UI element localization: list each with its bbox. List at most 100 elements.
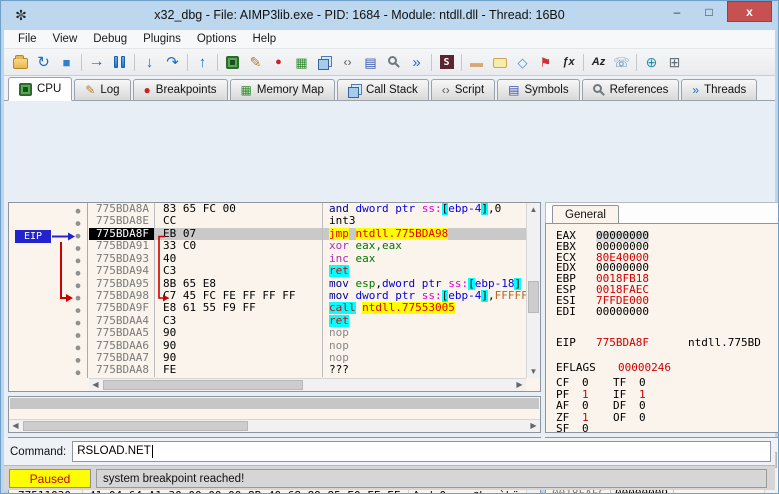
maximize-button[interactable]: □: [694, 1, 724, 22]
disasm-row[interactable]: 775BDAA7 90 nop: [89, 351, 526, 365]
toolbar-patch-icon[interactable]: ▬: [465, 52, 488, 73]
infobox-hscrollbar[interactable]: ◀ ▶: [9, 419, 540, 432]
breakpoint-dot[interactable]: [75, 246, 81, 251]
disasm-row[interactable]: 775BDA98 C7 45 FC FE FF FF FF mov dword pt…: [89, 289, 526, 303]
flags-row[interactable]: ZF 1 OF 0: [546, 412, 778, 424]
tab-threads[interactable]: » Threads: [681, 79, 758, 100]
register-row-eip[interactable]: EIP 775BDA8F ntdll.775BD: [546, 337, 778, 349]
toolbar-log-icon[interactable]: ✎: [244, 52, 267, 73]
toolbar-call-stack-icon[interactable]: [313, 52, 336, 73]
tab-memory-map[interactable]: ▦ Memory Map: [229, 79, 335, 100]
breakpoint-dot[interactable]: [75, 345, 81, 351]
disasm-row[interactable]: 775BDAA6 90 nop: [89, 339, 526, 353]
info-box-panel[interactable]: ◀ ▶: [8, 396, 541, 433]
disasm-row[interactable]: 775BDAA8 FE???: [89, 364, 526, 377]
breakpoint-dot[interactable]: [75, 233, 81, 239]
toolbar-breakpoints-icon[interactable]: ●: [267, 52, 290, 73]
scroll-right-icon[interactable]: ▶: [527, 420, 540, 432]
breakpoint-dot[interactable]: [75, 295, 81, 301]
flags-row[interactable]: PF 1 IF 1: [546, 388, 778, 401]
breakpoint-dot[interactable]: [75, 308, 81, 313]
disassembly-panel[interactable]: EIP 775BDA8A 83 65 FC 00 and dword ptr ss:…: [8, 202, 541, 392]
disasm-row[interactable]: 775BDA94 C3 ret: [89, 264, 526, 278]
toolbar-comment-icon[interactable]: [488, 52, 511, 73]
tab-log[interactable]: ✎ Log: [74, 79, 131, 100]
tab-breakpoints[interactable]: ● Breakpoints: [132, 79, 228, 100]
menu-file[interactable]: File: [10, 30, 45, 48]
disasm-row[interactable]: 775BDA8E CC int3: [89, 215, 526, 228]
disasm-hscrollbar[interactable]: ◀ ▶: [89, 378, 526, 391]
disasm-row[interactable]: 775BDAA4 C3 ret: [89, 314, 526, 328]
close-button[interactable]: x: [727, 1, 772, 22]
toolbar-run-icon[interactable]: →: [85, 52, 108, 73]
disasm-rows[interactable]: 775BDA8A 83 65 FC 00 and dword ptr ss:[ebp…: [89, 203, 526, 378]
toolbar-threads-icon[interactable]: »: [405, 52, 428, 73]
info-box-selected-line[interactable]: [10, 398, 539, 409]
menu-view[interactable]: View: [45, 30, 86, 48]
toolbar-seh-chain-icon[interactable]: S: [435, 52, 458, 73]
tab-call-stack[interactable]: Call Stack: [336, 79, 429, 100]
toolbar-function-icon[interactable]: ƒx: [557, 52, 580, 73]
toolbar-symbols-icon[interactable]: ▤: [359, 52, 382, 73]
menu-plugins[interactable]: Plugins: [135, 30, 189, 48]
register-row[interactable]: ECX 80E40000: [546, 252, 778, 264]
breakpoint-dot[interactable]: [75, 221, 81, 226]
register-row[interactable]: EBX 00000000: [546, 241, 778, 253]
toolbar-script-icon[interactable]: ‹›: [336, 52, 359, 73]
disasm-row[interactable]: 775BDA8F EB 07 jmp ntdll.775BDA98: [89, 227, 526, 241]
toolbar-calculator-icon[interactable]: ⊞: [663, 52, 686, 73]
breakpoint-dot[interactable]: [75, 358, 81, 363]
scroll-up-icon[interactable]: ▲: [527, 203, 540, 216]
tab-general[interactable]: General: [552, 205, 619, 224]
register-row[interactable]: ESP 0018FAEC: [546, 284, 778, 296]
toolbar-restart-icon[interactable]: ↻: [32, 52, 55, 73]
breakpoint-dot[interactable]: [75, 333, 81, 338]
breakpoint-dot[interactable]: [75, 270, 81, 276]
toolbar-bookmark-icon[interactable]: ⚑: [534, 52, 557, 73]
command-input[interactable]: RSLOAD.NET: [72, 441, 771, 462]
disasm-row[interactable]: 775BDAA5 90 nop: [89, 326, 526, 340]
flags-row[interactable]: AF 0 DF 0: [546, 400, 778, 412]
menu-help[interactable]: Help: [245, 30, 285, 48]
toolbar-memory-map-icon[interactable]: ▦: [290, 52, 313, 73]
menu-debug[interactable]: Debug: [85, 30, 135, 48]
tab-symbols[interactable]: ▤ Symbols: [497, 79, 580, 100]
eflags-row[interactable]: EFLAGS 00000246: [546, 362, 778, 377]
register-row[interactable]: EDX 00000000: [546, 262, 778, 274]
breakpoint-dot[interactable]: [75, 258, 81, 264]
dump-row[interactable]: 7751103041 04 64 A1 30 00 00 00 8B 40 68…: [10, 490, 526, 493]
toolbar-stop-icon[interactable]: ■: [55, 52, 78, 73]
toolbar-cpu-icon[interactable]: [221, 52, 244, 73]
register-row[interactable]: EAX 00000000: [546, 230, 778, 242]
toolbar-text-case-icon[interactable]: Az: [587, 52, 610, 73]
disasm-row[interactable]: 775BDA8A 83 65 FC 00 and dword ptr ss:[ebp…: [89, 203, 526, 216]
tab-references[interactable]: References: [581, 79, 680, 100]
disasm-vscrollbar[interactable]: ▲ ▼: [526, 203, 540, 378]
register-row[interactable]: EDI 00000000: [546, 306, 778, 318]
toolbar-pause-icon[interactable]: [108, 52, 131, 73]
breakpoint-dot[interactable]: [75, 208, 81, 214]
breakpoint-dot[interactable]: [75, 283, 81, 289]
scroll-down-icon[interactable]: ▼: [527, 365, 540, 378]
menu-options[interactable]: Options: [189, 30, 245, 48]
flags-row[interactable]: SF 0: [546, 423, 778, 432]
toolbar-open-file-icon[interactable]: [9, 52, 32, 73]
register-row[interactable]: ESI 7FFDE000: [546, 295, 778, 307]
scroll-right-icon[interactable]: ▶: [513, 379, 526, 391]
registers-panel[interactable]: EAX 00000000 EBX 00000000 ECX 80E40000 EDX 0000…: [545, 223, 778, 433]
disasm-row[interactable]: 775BDA91 33 C0 xor eax,eax: [89, 239, 526, 253]
register-row[interactable]: EBP 0018FB18: [546, 273, 778, 285]
toolbar-trace-icon[interactable]: ☏: [610, 52, 633, 73]
scroll-left-icon[interactable]: ◀: [89, 379, 102, 391]
toolbar-step-into-icon[interactable]: ↓: [138, 52, 161, 73]
toolbar-favourites-icon[interactable]: ⊕: [640, 52, 663, 73]
disasm-row[interactable]: 775BDA93 40 inc eax: [89, 252, 526, 266]
toolbar-label-icon[interactable]: ◇: [511, 52, 534, 73]
breakpoint-dot[interactable]: [75, 320, 81, 326]
scroll-left-icon[interactable]: ◀: [9, 420, 22, 432]
toolbar-step-out-icon[interactable]: ↑: [191, 52, 214, 73]
flags-row[interactable]: CF 0 TF 0: [546, 377, 778, 389]
breakpoint-dot[interactable]: [75, 370, 81, 376]
tab-cpu[interactable]: CPU: [8, 77, 73, 101]
disasm-row[interactable]: 775BDA95 8B 65 E8 mov esp,dword ptr ss:[eb…: [89, 277, 526, 290]
